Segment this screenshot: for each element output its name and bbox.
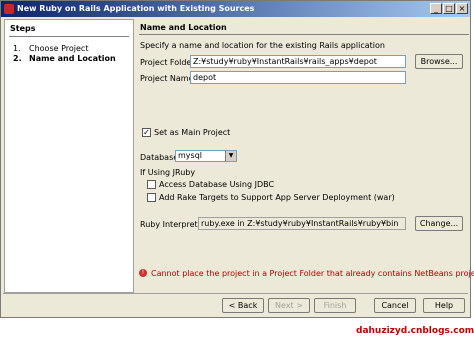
title-bar: New Ruby on Rails Application with Exist…: [1, 1, 470, 17]
step-number: 2.: [13, 54, 22, 63]
chevron-down-icon[interactable]: ▼: [225, 151, 236, 161]
steps-header: Steps: [10, 24, 36, 33]
steps-panel: Steps 1. Choose Project 2. Name and Locati…: [4, 19, 134, 293]
panel-title: Name and Location: [140, 23, 227, 32]
access-jdbc-checkbox[interactable]: [147, 180, 156, 189]
database-select[interactable]: mysql ▼: [175, 150, 237, 162]
set-main-project-checkbox[interactable]: ✓: [142, 128, 151, 137]
main-panel: Name and Location Specify a name and loc…: [137, 19, 470, 293]
project-name-field[interactable]: depot: [190, 71, 406, 84]
access-jdbc-label: Access Database Using JDBC: [159, 180, 275, 189]
rake-targets-checkbox[interactable]: [147, 193, 156, 202]
maximize-icon[interactable]: □: [443, 3, 455, 14]
finish-button[interactable]: Finish: [314, 298, 356, 313]
steps-divider: [9, 36, 129, 37]
app-icon: [4, 4, 14, 14]
wizard-window: New Ruby on Rails Application with Exist…: [0, 0, 474, 318]
panel-divider: [139, 34, 469, 35]
footer-divider: [3, 293, 468, 294]
step-label: Choose Project: [29, 44, 89, 53]
description-text: Specify a name and location for the exis…: [140, 41, 385, 50]
database-value: mysql: [178, 151, 202, 160]
step-item-choose-project: 1. Choose Project: [13, 44, 88, 53]
jruby-section-label: If Using JRuby: [140, 168, 196, 177]
browse-button[interactable]: Browse...: [415, 54, 463, 69]
back-button[interactable]: < Back: [222, 298, 264, 313]
ruby-interpreter-field: ruby.exe in Z:¥study¥ruby¥InstantRails¥r…: [198, 217, 406, 230]
project-name-label: Project Name:: [140, 74, 197, 83]
error-message: Cannot place the project in a Project Fo…: [151, 269, 474, 278]
project-folder-label: Project Folder:: [140, 58, 198, 67]
step-number: 1.: [13, 44, 21, 53]
watermark: dahuzizyd.cnblogs.com: [356, 326, 474, 336]
change-button[interactable]: Change...: [415, 216, 463, 231]
rake-targets-label: Add Rake Targets to Support App Server D…: [159, 193, 395, 202]
window-title: New Ruby on Rails Application with Exist…: [17, 4, 255, 13]
set-main-project-label: Set as Main Project: [154, 128, 231, 137]
close-icon[interactable]: ×: [456, 3, 468, 14]
error-icon: !: [139, 269, 147, 277]
step-item-name-and-location: 2. Name and Location: [13, 54, 116, 63]
next-button[interactable]: Next >: [268, 298, 310, 313]
project-folder-field[interactable]: Z:¥study¥ruby¥InstantRails¥rails_apps¥de…: [190, 55, 406, 68]
help-button[interactable]: Help: [423, 298, 465, 313]
step-label: Name and Location: [29, 54, 116, 63]
cancel-button[interactable]: Cancel: [374, 298, 416, 313]
minimize-icon[interactable]: _: [430, 3, 442, 14]
